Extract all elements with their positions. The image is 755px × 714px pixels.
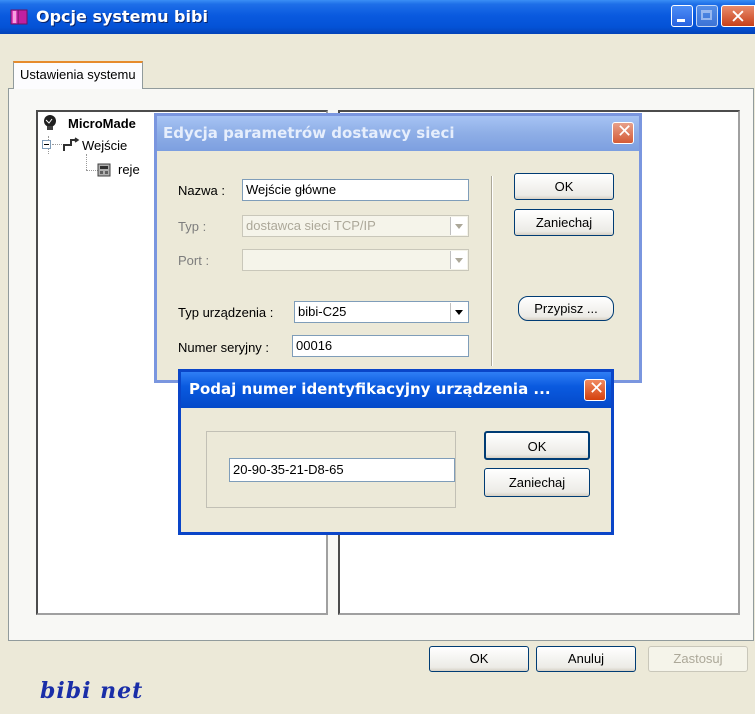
- device-type-select[interactable]: bibi-C25: [294, 301, 469, 323]
- serial-field[interactable]: 00016: [292, 335, 469, 357]
- device-id-dialog: Podaj numer identyfikacyjny urządzenia .…: [178, 369, 614, 535]
- provider-ok-button[interactable]: OK: [514, 173, 614, 200]
- device-register-icon: [97, 163, 111, 177]
- close-icon: ✕: [730, 6, 746, 28]
- ok-button[interactable]: OK: [429, 646, 529, 672]
- tree-root-label[interactable]: MicroMade: [68, 116, 136, 131]
- lightbulb-icon: [44, 115, 56, 130]
- minimize-button[interactable]: [671, 5, 693, 27]
- name-field[interactable]: Wejście główne: [242, 179, 469, 201]
- separator: [491, 176, 493, 366]
- provider-dialog-close-button[interactable]: ✕: [612, 121, 634, 144]
- chevron-down-icon: [450, 217, 467, 235]
- device-id-dialog-titlebar[interactable]: Podaj numer identyfikacyjny urządzenia .…: [181, 372, 611, 408]
- tree-connector: [52, 144, 62, 145]
- device-id-dialog-title: Podaj numer identyfikacyjny urządzenia .…: [189, 380, 551, 398]
- tree-child-label[interactable]: Wejście: [82, 138, 127, 153]
- port-select[interactable]: [242, 249, 469, 271]
- provider-dialog-title: Edycja parametrów dostawcy sieci: [163, 124, 455, 142]
- chevron-down-icon: [450, 251, 467, 269]
- tree-grandchild-label[interactable]: reje: [118, 162, 140, 177]
- tree-collapse-toggle[interactable]: [42, 140, 51, 149]
- type-label: Typ :: [178, 219, 207, 234]
- close-icon: ✕: [617, 121, 633, 142]
- cancel-button[interactable]: Anuluj: [536, 646, 636, 672]
- chevron-down-icon: [450, 303, 467, 321]
- type-select-value: dostawca sieci TCP/IP: [246, 218, 376, 233]
- device-id-ok-button[interactable]: OK: [484, 431, 590, 460]
- bibi-net-logo: bibi net: [40, 678, 144, 704]
- type-select[interactable]: dostawca sieci TCP/IP: [242, 215, 469, 237]
- device-id-dialog-close-button[interactable]: ✕: [584, 378, 606, 401]
- provider-params-dialog: Edycja parametrów dostawcy sieci ✕ Nazwa…: [154, 113, 642, 383]
- device-type-label: Typ urządzenia :: [178, 305, 274, 320]
- window-title: Opcje systemu bibi: [36, 7, 208, 26]
- assign-button[interactable]: Przypisz ...: [518, 296, 614, 321]
- network-input-icon: [63, 137, 80, 151]
- name-label: Nazwa :: [178, 183, 225, 198]
- device-id-cancel-button[interactable]: Zaniechaj: [484, 468, 590, 497]
- close-button[interactable]: ✕: [721, 5, 755, 28]
- tab-system-settings[interactable]: Ustawienia systemu: [13, 61, 143, 89]
- serial-label: Numer seryjny :: [178, 340, 270, 355]
- maximize-button[interactable]: [696, 5, 718, 27]
- device-id-field[interactable]: 20-90-35-21-D8-65: [229, 458, 455, 482]
- tree-connector: [86, 154, 87, 170]
- main-titlebar[interactable]: Opcje systemu bibi ✕: [0, 0, 755, 34]
- app-book-icon: [10, 9, 28, 25]
- provider-cancel-button[interactable]: Zaniechaj: [514, 209, 614, 236]
- close-icon: ✕: [589, 378, 605, 399]
- provider-dialog-titlebar[interactable]: Edycja parametrów dostawcy sieci ✕: [157, 116, 639, 151]
- device-type-value: bibi-C25: [298, 304, 347, 319]
- port-label: Port :: [178, 253, 210, 268]
- apply-button[interactable]: Zastosuj: [648, 646, 748, 672]
